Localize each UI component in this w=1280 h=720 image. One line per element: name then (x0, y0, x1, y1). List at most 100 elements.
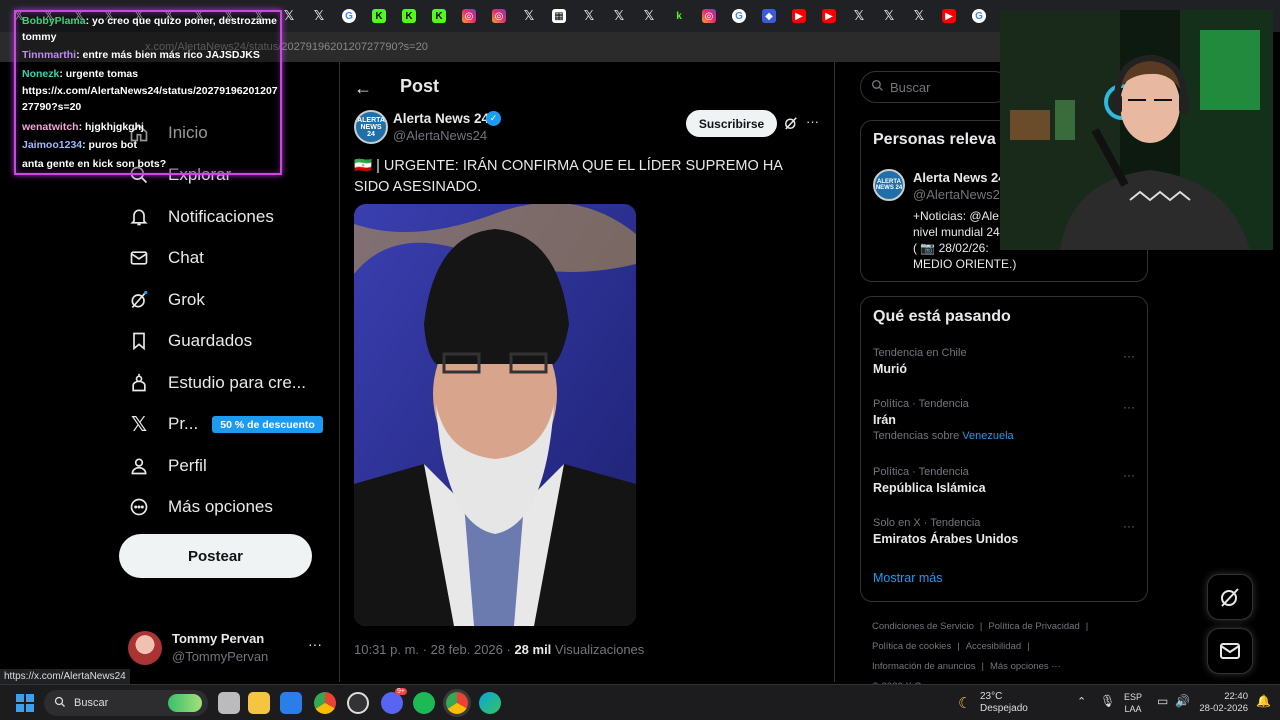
chat-username[interactable]: Jaimoo1234 (22, 139, 82, 151)
tab-generic[interactable]: ◆ (754, 4, 784, 28)
trend-related-link[interactable]: Venezuela (962, 430, 1013, 442)
account-switcher[interactable]: Tommy Pervan @TommyPervan ··· (128, 628, 328, 668)
tab-x[interactable]: 𝕏 (574, 4, 604, 28)
taskbar-search[interactable]: Buscar (44, 690, 208, 716)
more-icon[interactable]: ··· (1123, 468, 1135, 482)
shield-icon: ◆ (762, 9, 776, 23)
cookies-link[interactable]: Política de cookies (872, 641, 951, 652)
chrome-icon[interactable] (446, 692, 468, 714)
tab-instagram[interactable]: ◎ (484, 4, 514, 28)
file-explorer-icon[interactable] (248, 692, 270, 714)
ads-info-link[interactable]: Información de anuncios (872, 661, 976, 672)
more-icon[interactable]: ··· (806, 114, 819, 129)
chat-message: 27790?s=20 (22, 100, 284, 114)
mail-app-icon[interactable] (280, 692, 302, 714)
nav-item-grok[interactable]: Grok (128, 282, 205, 318)
tab-google[interactable]: G (334, 4, 364, 28)
tab-x[interactable]: 𝕏 (874, 4, 904, 28)
tab-kick[interactable]: k (664, 4, 694, 28)
post-time[interactable]: 10:31 p. m. · 28 feb. 2026 · (354, 642, 514, 657)
trend-item[interactable]: Solo en X · Tendencia Emiratos Árabes Un… (873, 517, 1143, 546)
nav-item-creator-studio[interactable]: Estudio para cre... (128, 365, 306, 401)
person-avatar[interactable]: ALERTA NEWS 24 (873, 169, 905, 201)
privacy-link[interactable]: Política de Privacidad (988, 621, 1079, 632)
chat-username[interactable]: BobbyPlama (22, 15, 86, 27)
trend-item[interactable]: Política · Tendencia República Islámica … (873, 466, 1143, 495)
show-more-link[interactable]: Mostrar más (873, 571, 942, 585)
more-icon[interactable]: ··· (1123, 400, 1135, 414)
accessibility-link[interactable]: Accesibilidad (966, 641, 1021, 652)
windows-taskbar: Buscar 9+ ☾ 23°C Despejado ⌃ 🎙 ESP LAA ▭… (0, 684, 1280, 720)
volume-icon[interactable]: 🔊 (1175, 694, 1190, 708)
tab-x[interactable]: 𝕏 (634, 4, 664, 28)
back-arrow-icon[interactable]: ← (354, 78, 372, 99)
tab-youtube[interactable]: ▶ (934, 4, 964, 28)
chat-username[interactable]: wenatwitch (22, 121, 79, 133)
tab-x[interactable]: 𝕏 (604, 4, 634, 28)
author-avatar[interactable]: ALERTA NEWS 24 (354, 110, 388, 144)
grok-floating-button[interactable] (1207, 574, 1253, 620)
terms-link[interactable]: Condiciones de Servicio (872, 621, 974, 632)
notification-bell-icon[interactable]: 🔔 (1256, 694, 1271, 708)
tab-instagram[interactable]: ◎ (694, 4, 724, 28)
tab-google[interactable]: G (724, 4, 754, 28)
input-language[interactable]: ESP LAA (1124, 691, 1142, 715)
tab-kick[interactable]: K (394, 4, 424, 28)
post-header: ← Post (340, 70, 836, 104)
author-name[interactable]: Alerta News 24 (393, 111, 489, 126)
discord-icon[interactable]: 9+ (381, 688, 407, 714)
tab-x[interactable]: 𝕏 (304, 4, 334, 28)
edge-icon[interactable] (479, 692, 501, 714)
chat-username[interactable]: Nonezk (22, 68, 59, 80)
post-button[interactable]: Postear (119, 534, 312, 578)
network-icon[interactable]: ▭ (1157, 694, 1168, 708)
person-name[interactable]: Alerta News 24 (913, 170, 1006, 185)
subscribe-button[interactable]: Suscribirse (686, 110, 777, 137)
grok-icon[interactable] (782, 114, 802, 134)
person-handle[interactable]: @AlertaNews24 (913, 187, 1007, 202)
premium-discount-badge[interactable]: 50 % de descuento (212, 416, 323, 433)
chrome-icon[interactable] (314, 692, 336, 714)
nav-item-more-options[interactable]: Más opciones (128, 489, 273, 525)
task-view-icon[interactable] (218, 692, 240, 714)
more-icon[interactable]: ··· (308, 636, 322, 652)
weather-widget[interactable]: ☾ 23°C Despejado (958, 690, 1038, 716)
author-handle[interactable]: @AlertaNews24 (393, 128, 487, 143)
tab-x[interactable]: 𝕏 (514, 4, 544, 28)
more-icon[interactable]: ··· (1123, 349, 1135, 363)
search-input[interactable]: Buscar (860, 71, 1010, 103)
trend-item[interactable]: Política · Tendencia Irán Tendencias sob… (873, 398, 1143, 442)
nav-item-chat[interactable]: Chat (128, 240, 204, 276)
tab-kick[interactable]: K (424, 4, 454, 28)
post-body: | URGENTE: IRÁN CONFIRMA QUE EL LÍDER SU… (354, 158, 783, 195)
post-image[interactable] (354, 204, 636, 626)
tab-instagram[interactable]: ◎ (454, 4, 484, 28)
iran-flag-icon: 🇮🇷 (354, 158, 373, 174)
clock[interactable]: 22:40 28-02-2026 (1196, 691, 1248, 715)
more-options-link[interactable]: Más opciones ··· (990, 661, 1061, 672)
microphone-icon[interactable]: 🎙 (1100, 694, 1115, 708)
chat-username[interactable]: Tinnmarthi (22, 49, 76, 61)
more-icon[interactable]: ··· (1123, 519, 1135, 533)
nav-item-premium[interactable]: 𝕏 Pr... (128, 406, 198, 442)
trend-item[interactable]: Tendencia en Chile Murió ··· (873, 347, 1143, 376)
tab-youtube[interactable]: ▶ (784, 4, 814, 28)
spotify-icon[interactable] (413, 692, 435, 714)
tab-kick[interactable]: K (364, 4, 394, 28)
weather-desc: Despejado (980, 703, 1028, 714)
tab-youtube[interactable]: ▶ (814, 4, 844, 28)
post-timestamp: 10:31 p. m. · 28 feb. 2026 · 28 mil Visu… (354, 642, 644, 657)
chevron-up-icon[interactable]: ⌃ (1077, 695, 1086, 708)
windows-start-icon[interactable] (14, 692, 36, 714)
tab-x[interactable]: 𝕏 (904, 4, 934, 28)
nav-item-notifications[interactable]: Notificaciones (128, 199, 274, 235)
nav-item-profile[interactable]: Perfil (128, 448, 207, 484)
obs-icon[interactable] (347, 692, 369, 714)
tab-x[interactable]: 𝕏 (844, 4, 874, 28)
tab-google[interactable]: G (964, 4, 994, 28)
person-icon (128, 455, 150, 477)
tab-generic[interactable]: ▦ (544, 4, 574, 28)
nav-item-bookmarks[interactable]: Guardados (128, 323, 252, 359)
notification-badge: 9+ (395, 688, 407, 695)
messages-floating-button[interactable] (1207, 628, 1253, 674)
